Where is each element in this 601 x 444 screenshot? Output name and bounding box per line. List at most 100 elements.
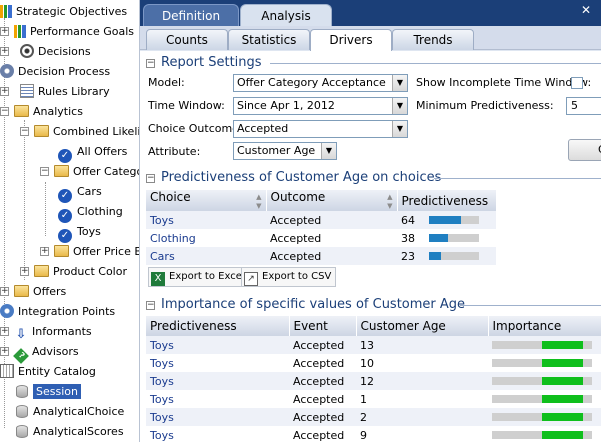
tree-item-decision-process[interactable]: Decision Process — [0, 62, 110, 82]
collapse-toggle[interactable]: − — [40, 167, 49, 176]
table-row[interactable]: Toys Accepted 9 — [146, 426, 601, 444]
expand-toggle[interactable]: + — [0, 347, 9, 356]
table-row[interactable]: Clothing Accepted 38 — [146, 229, 496, 247]
tree-item-offers[interactable]: + Offers — [0, 282, 66, 302]
choice-link[interactable]: Toys — [150, 214, 174, 227]
expand-toggle[interactable]: + — [40, 247, 49, 256]
tree-item-product-color[interactable]: + Product Color — [20, 262, 127, 282]
column-header-customer-age[interactable]: Customer Age — [356, 316, 489, 336]
expand-toggle[interactable]: + — [0, 327, 9, 336]
min-predictiveness-input[interactable]: 5 — [566, 97, 601, 115]
time-window-select[interactable]: Since Apr 1, 2012 ▼ — [233, 97, 408, 115]
tree-item-advisors[interactable]: + ? Advisors — [0, 342, 79, 364]
predictiveness-cell: 64 — [397, 211, 496, 229]
chevron-down-icon[interactable]: ▼ — [392, 98, 407, 114]
tree-item-strategic-objectives[interactable]: Strategic Objectives — [0, 2, 127, 22]
expand-toggle[interactable]: + — [20, 267, 29, 276]
tree-item-decisions[interactable]: + Decisions — [0, 42, 91, 62]
importance-bar — [492, 430, 592, 439]
tab-drivers[interactable]: Drivers — [310, 29, 392, 51]
column-header-predictiveness[interactable]: Predictiveness — [397, 190, 497, 211]
folder-icon — [54, 245, 69, 257]
outcome-cell: Accepted — [270, 231, 322, 245]
tab-statistics[interactable]: Statistics — [228, 29, 310, 50]
tree-item-offer-price-bracket[interactable]: + Offer Price Brac — [40, 242, 139, 262]
column-header-event[interactable]: Event — [289, 316, 357, 336]
importance-header[interactable]: − Importance of specific values of Custom… — [146, 297, 465, 313]
tree-item-analytical-scores[interactable]: AnalyticalScores — [16, 422, 124, 442]
tree-item-toys[interactable]: ✓ Toys — [58, 222, 101, 243]
sort-icon[interactable]: ▲ ▼ — [387, 193, 392, 211]
chevron-down-icon[interactable]: ▼ — [392, 75, 407, 91]
close-icon[interactable]: ✕ — [581, 3, 591, 17]
tree-item-offer-category[interactable]: − Offer Category — [40, 162, 139, 182]
tree-item-rules-library[interactable]: + Rules Library — [0, 82, 110, 102]
tree-item-entity-catalog[interactable]: Entity Catalog — [0, 362, 96, 382]
tree-connector — [24, 120, 25, 280]
age-cell: 10 — [360, 356, 374, 370]
tab-definition[interactable]: Definition — [143, 4, 239, 26]
tree-item-analytical-choice[interactable]: AnalyticalChoice — [16, 402, 124, 422]
column-header-predictiveness[interactable]: Predictiveness — [146, 316, 290, 336]
table-row[interactable]: Toys Accepted 1 — [146, 390, 601, 408]
event-cell: Accepted — [289, 408, 356, 426]
table-row[interactable]: Cars Accepted 23 — [146, 247, 496, 265]
tree-item-session[interactable]: Session — [16, 382, 81, 402]
predictiveness-header[interactable]: − Predictiveness of Customer Age on choic… — [146, 170, 441, 186]
column-header-outcome[interactable]: Outcome ▲ ▼ — [266, 190, 398, 211]
report-settings-header[interactable]: − Report Settings — [146, 55, 262, 71]
choice-link[interactable]: Cars — [150, 250, 175, 263]
table-row[interactable]: Toys Accepted 2 — [146, 408, 601, 426]
collapse-toggle[interactable]: − — [146, 301, 155, 310]
sort-icon[interactable]: ▲ ▼ — [256, 193, 261, 211]
tree-item-performance-goals[interactable]: + Performance Goals — [0, 22, 134, 42]
attribute-select[interactable]: Customer Age ▼ — [233, 142, 337, 160]
importance-bar-fill — [542, 412, 583, 421]
choice-link[interactable]: Toys — [150, 393, 174, 406]
collapse-toggle[interactable]: − — [20, 127, 29, 136]
importance-cell — [488, 390, 601, 408]
importance-cell — [488, 426, 601, 444]
tree-item-informants[interactable]: + ⇩ Informants — [0, 322, 92, 342]
table-row[interactable]: Toys Accepted 12 — [146, 372, 601, 390]
tree-item-combined-likelihoods[interactable]: − Combined Likelih — [20, 122, 139, 142]
table-row[interactable]: Toys Accepted 64 — [146, 211, 496, 229]
choice-outcome-select[interactable]: Accepted ▼ — [233, 120, 408, 138]
collapse-toggle[interactable]: − — [0, 107, 9, 116]
expand-toggle[interactable]: + — [0, 47, 9, 56]
column-header-importance[interactable]: Importance — [488, 316, 601, 336]
choice-link[interactable]: Toys — [150, 429, 174, 442]
show-incomplete-checkbox[interactable] — [571, 77, 583, 89]
chevron-down-icon[interactable]: ▼ — [392, 121, 407, 137]
table-row[interactable]: Toys Accepted 13 — [146, 336, 601, 354]
go-button[interactable]: G — [568, 139, 601, 161]
choice-link[interactable]: Clothing — [150, 232, 196, 245]
tree-item-all-offers[interactable]: ✓ All Offers — [58, 142, 127, 163]
choice-link[interactable]: Toys — [150, 411, 174, 424]
choice-link[interactable]: Toys — [150, 375, 174, 388]
section-divider — [270, 63, 601, 64]
database-icon — [16, 405, 28, 418]
expand-toggle[interactable]: + — [0, 87, 9, 96]
tree-item-analytics[interactable]: − Analytics — [0, 102, 83, 122]
table-row[interactable]: Toys Accepted 10 — [146, 354, 601, 372]
model-check-icon: ✓ — [58, 149, 72, 163]
model-select[interactable]: Offer Category Acceptance ▼ — [233, 74, 408, 92]
tree-item-integration-points[interactable]: Integration Points — [0, 302, 115, 322]
export-excel-button[interactable]: X Export to Excel — [148, 267, 250, 287]
tab-trends[interactable]: Trends — [392, 29, 474, 50]
column-header-choice[interactable]: Choice ▲ ▼ — [146, 190, 267, 211]
tree-item-cars[interactable]: ✓ Cars — [58, 182, 102, 203]
expand-toggle[interactable]: + — [0, 27, 9, 36]
export-csv-button[interactable]: ↗ Export to CSV — [241, 267, 337, 287]
predictiveness-bar — [429, 215, 479, 224]
chevron-down-icon[interactable]: ▼ — [321, 143, 336, 159]
choice-link[interactable]: Toys — [150, 339, 174, 352]
collapse-toggle[interactable]: − — [146, 174, 155, 183]
tab-analysis[interactable]: Analysis — [240, 4, 332, 26]
tab-counts[interactable]: Counts — [146, 29, 228, 50]
tree-item-clothing[interactable]: ✓ Clothing — [58, 202, 123, 223]
collapse-toggle[interactable]: − — [146, 59, 155, 68]
choice-link[interactable]: Toys — [150, 357, 174, 370]
expand-toggle[interactable]: + — [0, 287, 9, 296]
